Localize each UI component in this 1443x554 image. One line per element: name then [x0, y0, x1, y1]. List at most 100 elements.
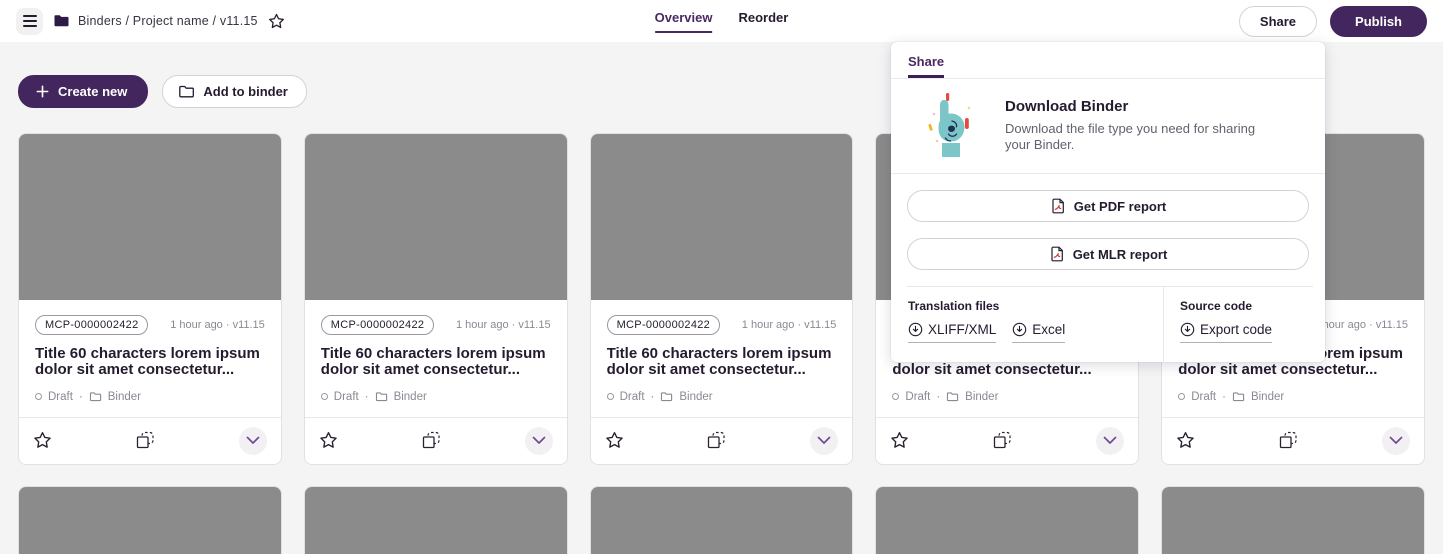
pdf-file-icon	[1049, 246, 1065, 262]
location-label: Binder	[394, 391, 427, 403]
top-bar: Binders / Project name / v11.15 Overview…	[0, 0, 1443, 42]
export-code-link[interactable]: Export code	[1180, 322, 1272, 343]
card-actions	[591, 417, 853, 464]
excel-label: Excel	[1032, 322, 1065, 337]
status-separator: ·	[651, 391, 655, 403]
card-meta: 1 hour ago · v11.15	[456, 319, 551, 331]
hamburger-menu-icon[interactable]	[16, 8, 43, 35]
publish-button[interactable]: Publish	[1330, 6, 1427, 37]
status-dot-icon	[321, 393, 328, 400]
binder-card[interactable]	[875, 486, 1139, 554]
duplicate-icon[interactable]	[136, 431, 155, 450]
folder-outline-icon	[178, 84, 195, 100]
translation-files-label: Translation files	[908, 299, 1163, 313]
card-meta: 1 hour ago · v11.15	[742, 319, 837, 331]
star-icon[interactable]	[890, 431, 909, 450]
chevron-down-icon[interactable]	[239, 427, 267, 455]
duplicate-icon[interactable]	[422, 431, 441, 450]
chevron-down-icon[interactable]	[525, 427, 553, 455]
star-icon[interactable]	[33, 431, 52, 450]
card-thumbnail[interactable]	[19, 134, 281, 300]
binder-folder-icon	[375, 391, 388, 403]
download-circle-icon	[1180, 322, 1195, 337]
card-actions	[19, 417, 281, 464]
export-code-label: Export code	[1200, 322, 1272, 337]
export-section: Translation files XLIFF/XML Excel Source…	[891, 286, 1325, 362]
get-pdf-report-label: Get PDF report	[1074, 199, 1166, 214]
binder-card[interactable]: MCP-0000002422 1 hour ago · v11.15 Title…	[590, 133, 854, 465]
card-title[interactable]: Title 60 characters lorem ipsum dolor si…	[607, 346, 837, 379]
status-label: Draft	[1191, 391, 1216, 403]
xliff-xml-label: XLIFF/XML	[928, 322, 996, 337]
card-meta: 1 hour ago · v11.15	[170, 319, 265, 331]
report-buttons: Get PDF report Get MLR report	[891, 174, 1325, 286]
binder-card[interactable]	[18, 486, 282, 554]
card-thumbnail[interactable]	[1162, 487, 1424, 554]
card-thumbnail[interactable]	[876, 487, 1138, 554]
tab-overview[interactable]: Overview	[655, 10, 713, 33]
card-actions	[1162, 417, 1424, 464]
card-id-badge: MCP-0000002422	[607, 315, 720, 335]
divider	[1163, 286, 1164, 362]
card-id-badge: MCP-0000002422	[35, 315, 148, 335]
get-mlr-report-button[interactable]: Get MLR report	[907, 238, 1309, 270]
card-status-row: Draft · Binder	[321, 391, 551, 403]
location-label: Binder	[965, 391, 998, 403]
favorite-star-icon[interactable]	[268, 13, 285, 30]
share-popover-header: Share	[891, 42, 1325, 79]
binder-folder-icon	[660, 391, 673, 403]
star-icon[interactable]	[319, 431, 338, 450]
divider	[907, 286, 1313, 287]
binder-folder-icon	[89, 391, 102, 403]
card-thumbnail[interactable]	[591, 134, 853, 300]
binder-card[interactable]	[304, 486, 568, 554]
status-separator: ·	[79, 391, 83, 403]
status-dot-icon	[892, 393, 899, 400]
share-button[interactable]: Share	[1239, 6, 1317, 37]
card-status-row: Draft · Binder	[1178, 391, 1408, 403]
download-binder-section: Download Binder Download the file type y…	[891, 79, 1325, 174]
download-binder-description: Download the file type you need for shar…	[1005, 121, 1267, 152]
card-thumbnail[interactable]	[305, 134, 567, 300]
status-label: Draft	[620, 391, 645, 403]
location-label: Binder	[108, 391, 141, 403]
duplicate-icon[interactable]	[1279, 431, 1298, 450]
chevron-down-icon[interactable]	[810, 427, 838, 455]
card-thumbnail[interactable]	[305, 487, 567, 554]
card-id-badge: MCP-0000002422	[321, 315, 434, 335]
card-meta: 1 hour ago · v11.15	[1313, 319, 1408, 331]
folder-icon	[53, 13, 70, 29]
star-icon[interactable]	[1176, 431, 1195, 450]
download-circle-icon	[1012, 322, 1027, 337]
binder-card[interactable]	[1161, 486, 1425, 554]
duplicate-icon[interactable]	[707, 431, 726, 450]
add-to-binder-label: Add to binder	[203, 84, 288, 99]
add-to-binder-button[interactable]: Add to binder	[162, 75, 307, 108]
share-popover-tab[interactable]: Share	[908, 54, 944, 78]
card-thumbnail[interactable]	[591, 487, 853, 554]
chevron-down-icon[interactable]	[1096, 427, 1124, 455]
translation-files-cell: Translation files XLIFF/XML Excel	[891, 286, 1163, 362]
excel-link[interactable]: Excel	[1012, 322, 1065, 343]
plus-icon	[35, 84, 50, 99]
card-title[interactable]: Title 60 characters lorem ipsum dolor si…	[321, 346, 551, 379]
duplicate-icon[interactable]	[993, 431, 1012, 450]
create-new-button[interactable]: Create new	[18, 75, 148, 108]
card-thumbnail[interactable]	[19, 487, 281, 554]
breadcrumb[interactable]: Binders / Project name / v11.15	[78, 14, 258, 28]
status-separator: ·	[936, 391, 940, 403]
binder-card[interactable]: MCP-0000002422 1 hour ago · v11.15 Title…	[304, 133, 568, 465]
get-pdf-report-button[interactable]: Get PDF report	[907, 190, 1309, 222]
status-label: Draft	[48, 391, 73, 403]
create-new-label: Create new	[58, 84, 127, 99]
binder-card[interactable]: MCP-0000002422 1 hour ago · v11.15 Title…	[18, 133, 282, 465]
tab-reorder[interactable]: Reorder	[738, 10, 788, 31]
binder-card[interactable]	[590, 486, 854, 554]
source-code-cell: Source code Export code	[1163, 286, 1272, 362]
chevron-down-icon[interactable]	[1382, 427, 1410, 455]
status-separator: ·	[1222, 391, 1226, 403]
xliff-xml-link[interactable]: XLIFF/XML	[908, 322, 996, 343]
card-status-row: Draft · Binder	[607, 391, 837, 403]
star-icon[interactable]	[605, 431, 624, 450]
card-title[interactable]: Title 60 characters lorem ipsum dolor si…	[35, 346, 265, 379]
